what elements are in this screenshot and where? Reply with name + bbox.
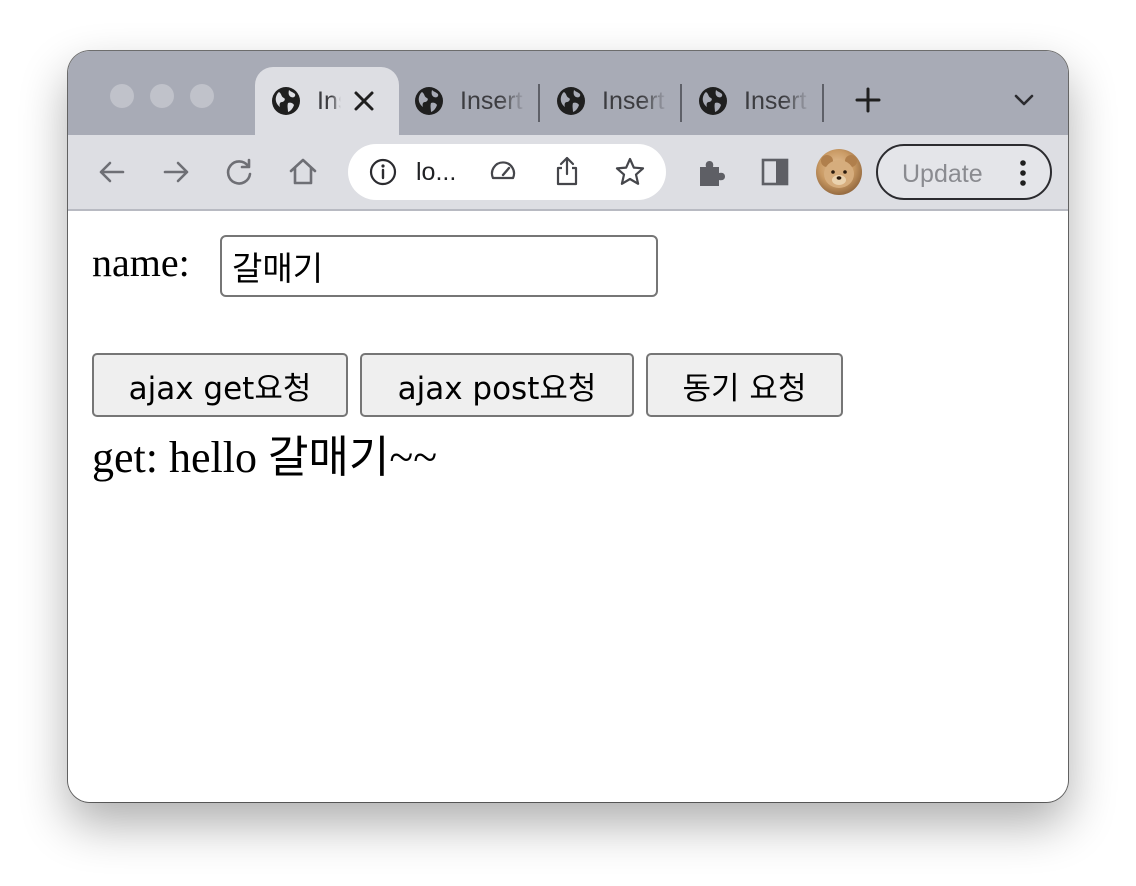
tab-title: Insert [460, 86, 523, 115]
globe-icon [557, 87, 585, 115]
globe-icon [272, 87, 300, 115]
home-icon[interactable] [286, 155, 320, 189]
window-zoom-button[interactable] [190, 84, 214, 108]
name-label: name: [92, 240, 190, 285]
info-icon[interactable] [368, 157, 398, 187]
tab-3[interactable]: Insert [540, 67, 680, 135]
kebab-menu-icon[interactable] [1017, 158, 1029, 188]
address-bar[interactable]: lo... [348, 144, 666, 200]
speedometer-icon[interactable] [488, 157, 518, 187]
tab-4[interactable]: Insert [682, 67, 822, 135]
sync-request-button[interactable]: 동기 요청 [646, 353, 843, 417]
name-input[interactable] [220, 235, 658, 297]
tab-1[interactable]: Insert [255, 67, 399, 135]
update-button[interactable]: Update [876, 144, 1052, 200]
close-icon[interactable] [351, 88, 377, 114]
reload-icon[interactable] [222, 155, 256, 189]
page-content: name: ajax get요청 ajax post요청 동기 요청 get: … [68, 211, 1068, 802]
tab-separator [822, 84, 824, 122]
tab-title: Insert [744, 86, 807, 115]
share-icon[interactable] [552, 155, 582, 187]
result-text: get: hello 갈매기~~ [92, 433, 438, 482]
window-minimize-button[interactable] [150, 84, 174, 108]
window-close-button[interactable] [110, 84, 134, 108]
plus-icon[interactable] [853, 85, 883, 115]
avatar[interactable] [816, 149, 862, 195]
globe-icon [699, 87, 727, 115]
chevron-down-icon[interactable] [1009, 85, 1039, 115]
ajax-get-button[interactable]: ajax get요청 [92, 353, 348, 417]
teddy-bear-avatar-image [821, 155, 857, 188]
tab-2[interactable]: Insert [398, 67, 538, 135]
tab-title: Insert [602, 86, 665, 115]
star-icon[interactable] [614, 156, 646, 188]
puzzle-icon[interactable] [694, 155, 728, 189]
arrow-right-icon[interactable] [159, 155, 193, 189]
globe-icon [415, 87, 443, 115]
side-panel-icon[interactable] [758, 155, 792, 189]
update-label: Update [902, 160, 983, 188]
browser-window: Insert Insert Insert [68, 51, 1068, 802]
tab-strip: Insert Insert Insert [68, 51, 1068, 135]
tab-title: Insert [317, 86, 341, 115]
arrow-left-icon[interactable] [95, 155, 129, 189]
ajax-post-button[interactable]: ajax post요청 [360, 353, 634, 417]
address-text: lo... [416, 158, 457, 186]
